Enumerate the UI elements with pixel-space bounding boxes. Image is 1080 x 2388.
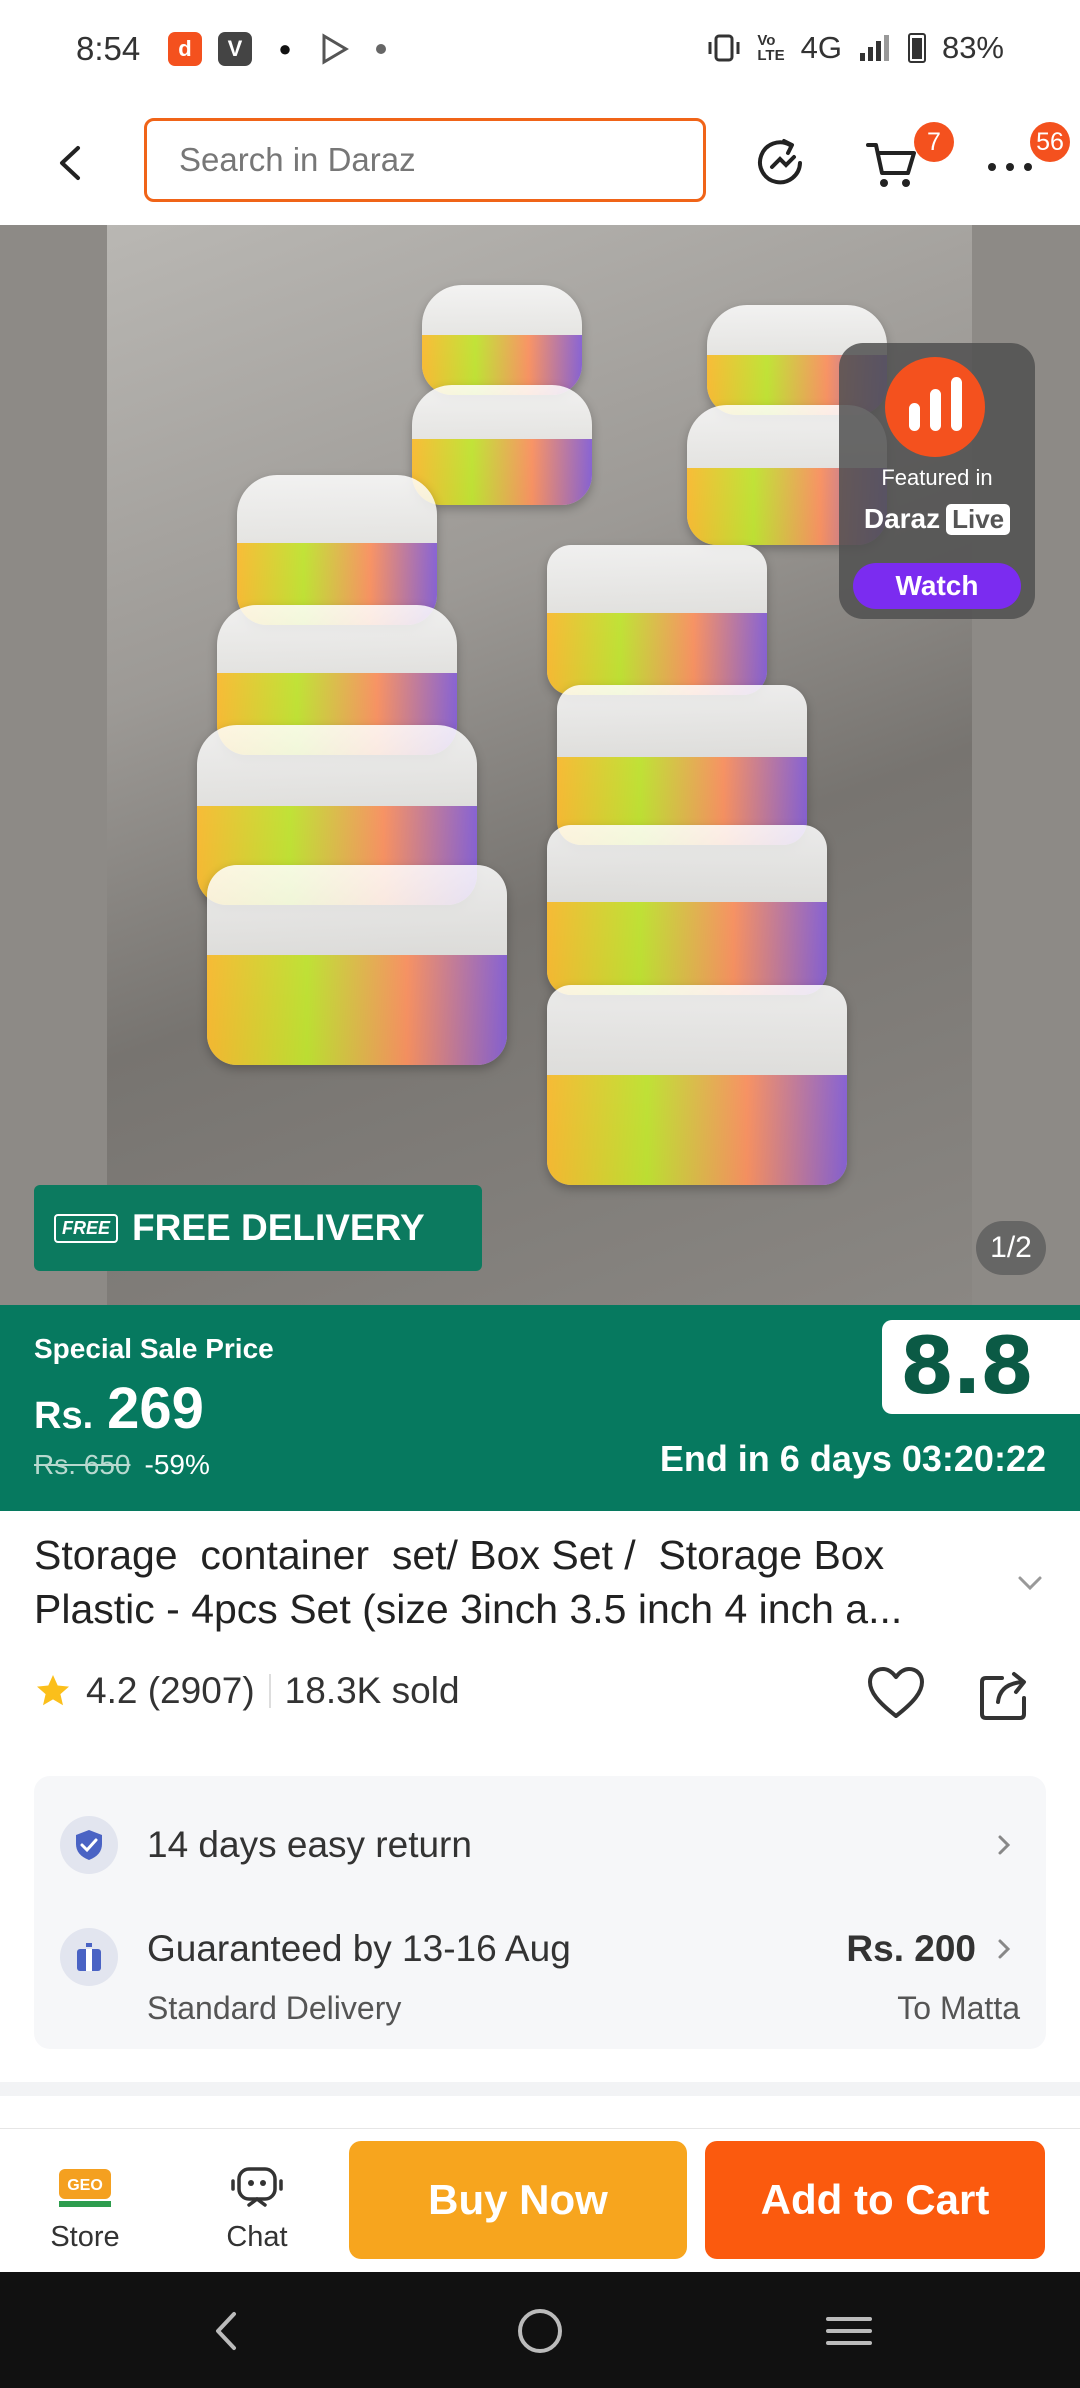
battery-icon xyxy=(907,33,926,63)
cart-button[interactable] xyxy=(862,133,922,193)
store-button[interactable]: GEO Store xyxy=(20,2161,150,2254)
service-card: 14 days easy return Guaranteed by 13-16 … xyxy=(34,1776,1046,2049)
nav-recents-icon xyxy=(826,2317,872,2345)
container-image xyxy=(207,865,507,1065)
svg-text:GEO: GEO xyxy=(67,2177,103,2194)
container-image xyxy=(422,285,582,395)
star-icon xyxy=(37,1675,69,1706)
nav-back-button[interactable] xyxy=(200,2304,254,2358)
volte-icon: Vo LTE xyxy=(757,32,785,64)
sale-countdown: End in 6 days 03:20:22 xyxy=(659,1438,1046,1479)
music-app-icon: ● xyxy=(268,32,302,66)
sale-price: Rs. 269 xyxy=(34,1375,204,1442)
cart-icon xyxy=(866,143,916,187)
chat-robot-icon xyxy=(227,2161,287,2215)
share-button[interactable] xyxy=(976,1664,1032,1724)
container-image xyxy=(547,825,827,995)
container-image xyxy=(237,475,437,625)
container-image xyxy=(547,545,767,695)
container-image xyxy=(412,385,592,505)
delivery-box-icon xyxy=(60,1928,118,1986)
original-price: Rs. 650 xyxy=(34,1449,131,1480)
search-placeholder: Search in Daraz xyxy=(179,141,416,178)
bottom-action-bar: GEO Store Chat Buy Now Add to Cart xyxy=(0,2128,1080,2273)
chevron-down-icon xyxy=(1018,1576,1042,1591)
nav-recents-button[interactable] xyxy=(822,2304,876,2358)
sale-banner: Special Sale Price Rs. 269 Rs. 650 -59% … xyxy=(0,1305,1080,1511)
product-title-line1: Storage container set/ Box Set / Storage… xyxy=(34,1532,885,1578)
price-currency: Rs. xyxy=(34,1395,94,1437)
status-time: 8:54 xyxy=(76,30,141,67)
product-image-gallery[interactable]: Featured in Daraz Live Watch FREE FREE D… xyxy=(0,225,1080,1305)
free-delivery-label: FREE DELIVERY xyxy=(132,1207,425,1248)
buy-now-button[interactable]: Buy Now xyxy=(349,2141,687,2259)
original-price-row: Rs. 650 -59% xyxy=(34,1449,210,1481)
live-brand-name: Daraz xyxy=(863,503,941,534)
expand-title-button[interactable] xyxy=(1010,1568,1050,1598)
chevron-right-icon xyxy=(992,1934,1016,1964)
network-label: 4G xyxy=(800,30,842,65)
live-featured-label: Featured in xyxy=(881,465,993,490)
cart-count-badge: 7 xyxy=(914,122,954,162)
product-title-line2: Plastic - 4pcs Set (size 3inch 3.5 inch … xyxy=(34,1586,903,1632)
container-image xyxy=(557,685,807,845)
top-header: Search in Daraz 7 56 xyxy=(0,100,1080,225)
chevron-right-icon xyxy=(992,1830,1016,1860)
play-store-icon xyxy=(318,32,352,71)
history-button[interactable] xyxy=(750,133,810,193)
rating-row[interactable]: 4.2 (2907) 18.3K sold xyxy=(34,1670,460,1712)
shield-check-icon xyxy=(60,1816,118,1874)
daraz-live-card[interactable]: Featured in Daraz Live Watch xyxy=(839,343,1035,619)
add-to-cart-button[interactable]: Add to Cart xyxy=(705,2141,1045,2259)
live-brand-box: Live xyxy=(946,503,1011,535)
vibrate-icon xyxy=(708,34,740,62)
refresh-history-icon xyxy=(758,139,802,185)
back-button[interactable] xyxy=(48,140,94,186)
container-image xyxy=(547,985,847,1185)
product-title[interactable]: Storage container set/ Box Set / Storage… xyxy=(34,1528,994,1636)
delivery-price: Rs. 200 xyxy=(846,1928,976,1969)
status-bar: 8:54 d V ● Vo LTE 4G 83% xyxy=(0,0,1080,100)
return-policy-row[interactable]: 14 days easy return xyxy=(34,1800,1046,1890)
free-delivery-badge: FREE FREE DELIVERY xyxy=(34,1185,482,1271)
delivery-guarantee-label: Guaranteed by 13-16 Aug xyxy=(147,1928,571,1969)
share-icon xyxy=(980,1672,1026,1720)
notification-dot-icon xyxy=(376,44,386,54)
signal-icon xyxy=(859,35,889,61)
chat-label: Chat xyxy=(226,2221,288,2253)
rating-separator xyxy=(268,1674,271,1708)
return-policy-label: 14 days easy return xyxy=(147,1824,472,1865)
price-amount: 269 xyxy=(107,1376,204,1441)
daraz-app-icon: d xyxy=(168,32,202,66)
battery-level: 83% xyxy=(941,30,1004,65)
system-navigation-bar xyxy=(0,2272,1080,2388)
nav-back-icon xyxy=(216,2312,236,2350)
status-right: Vo LTE 4G 83% xyxy=(707,30,1004,66)
v-app-icon: V xyxy=(218,32,252,66)
delivery-destination: To Matta xyxy=(897,1990,1020,2026)
back-arrow-icon xyxy=(60,146,80,180)
image-counter: 1/2 xyxy=(976,1221,1046,1275)
sold-count: 18.3K sold xyxy=(284,1670,460,1711)
store-logo-icon: GEO xyxy=(55,2161,115,2215)
nav-home-icon xyxy=(518,2309,562,2353)
search-input[interactable]: Search in Daraz xyxy=(144,118,706,202)
live-brand: Daraz Live xyxy=(839,503,1035,535)
heart-icon xyxy=(868,1667,924,1718)
nav-home-button[interactable] xyxy=(513,2304,567,2358)
discount-percent: -59% xyxy=(144,1449,210,1480)
delivery-row[interactable]: Guaranteed by 13-16 Aug Standard Deliver… xyxy=(34,1904,1046,2034)
wishlist-button[interactable] xyxy=(866,1664,926,1724)
live-logo-icon xyxy=(885,357,985,457)
watch-button[interactable]: Watch xyxy=(853,563,1021,609)
rating-value: 4.2 (2907) xyxy=(86,1670,255,1711)
more-count-badge: 56 xyxy=(1030,122,1070,162)
sale-label: Special Sale Price xyxy=(34,1333,274,1364)
event-badge: 8.8 xyxy=(882,1320,1080,1414)
store-label: Store xyxy=(50,2221,120,2253)
free-truck-icon: FREE xyxy=(54,1213,119,1243)
section-divider xyxy=(0,2082,1080,2096)
chat-button[interactable]: Chat xyxy=(192,2161,322,2254)
delivery-type-label: Standard Delivery xyxy=(147,1990,402,2026)
